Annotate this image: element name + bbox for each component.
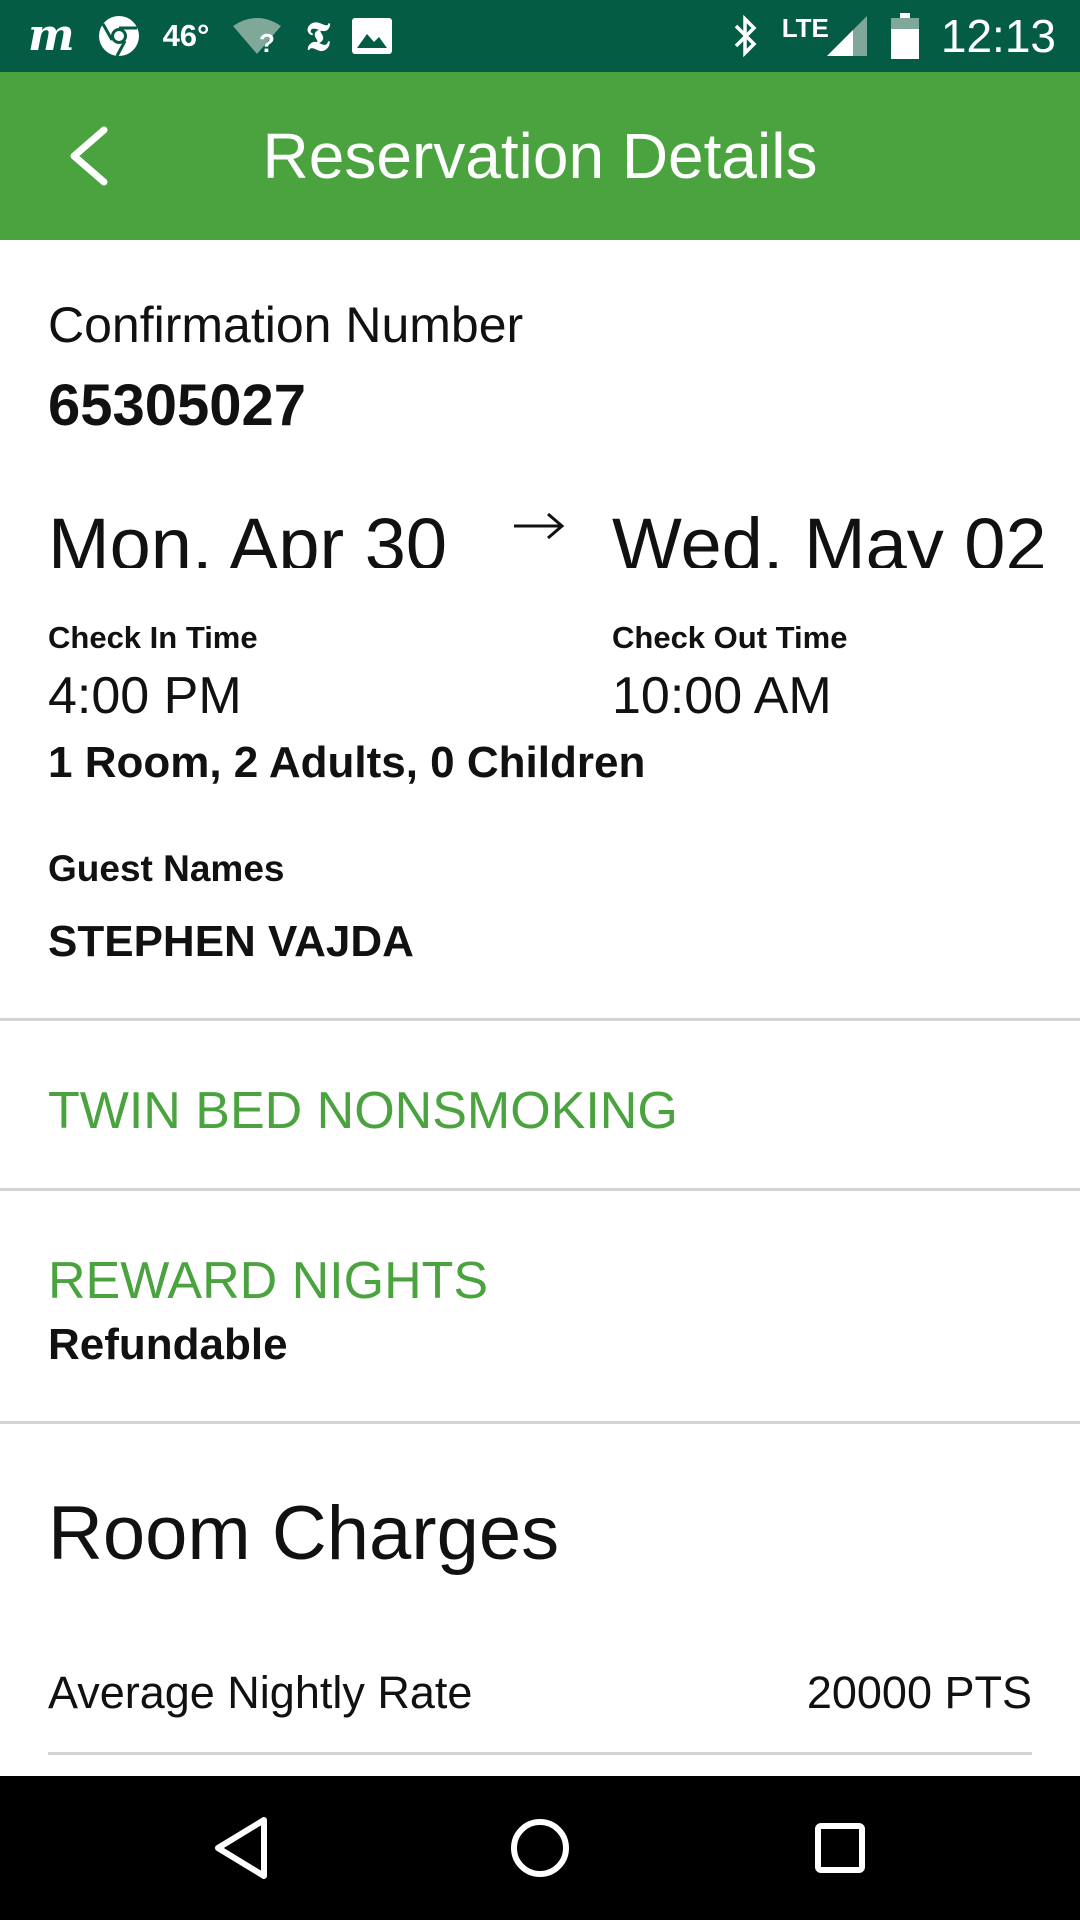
rate-policy: Refundable <box>48 1320 288 1369</box>
confirmation-number: 65305027 <box>48 373 307 438</box>
check-out-time: 10:00 AM <box>612 667 832 725</box>
recents-square-icon[interactable] <box>780 1776 900 1920</box>
lte-text: LTE <box>781 12 829 43</box>
arrow-right-icon <box>514 512 565 540</box>
battery-icon <box>890 13 919 59</box>
navigation-bar <box>0 1776 1080 1920</box>
room-charges-heading: Room Charges <box>48 1491 560 1576</box>
chrome-icon <box>98 16 139 57</box>
back-chevron-icon[interactable] <box>62 124 118 188</box>
check-out-date: Wed. May 02 <box>612 503 1047 568</box>
page-title: Reservation Details <box>262 120 818 192</box>
section-divider <box>0 1018 1080 1021</box>
clock-text: 12:13 <box>940 10 1056 62</box>
wifi-question-icon: ? <box>233 18 282 56</box>
occupancy-summary: 1 Room, 2 Adults, 0 Children <box>48 738 646 787</box>
motorola-m-icon: m <box>28 10 75 61</box>
status-bar-right: LTE 12:13 <box>732 0 1056 72</box>
status-bar: m 46° ? 𝕿 LTE 12:13 <box>0 0 1080 72</box>
rate-name[interactable]: REWARD NIGHTS <box>48 1251 488 1311</box>
signal-icon <box>826 16 867 56</box>
average-nightly-rate-label: Average Nightly Rate <box>48 1667 473 1718</box>
guest-names-label: Guest Names <box>48 848 285 889</box>
temperature-text: 46° <box>162 18 210 53</box>
section-divider <box>0 1188 1080 1191</box>
back-triangle-icon[interactable] <box>180 1776 300 1920</box>
check-in-date: Mon. Apr 30 <box>48 503 448 568</box>
nyt-icon: 𝕿 <box>305 12 331 60</box>
check-in-time: 4:00 PM <box>48 667 242 725</box>
image-icon <box>352 18 393 54</box>
bluetooth-icon <box>734 14 757 58</box>
check-in-time-label: Check In Time <box>48 620 258 655</box>
home-circle-icon[interactable] <box>480 1776 600 1920</box>
section-divider <box>0 1421 1080 1424</box>
room-type[interactable]: TWIN BED NONSMOKING <box>48 1081 678 1141</box>
row-divider <box>48 1752 1032 1755</box>
confirmation-label: Confirmation Number <box>48 297 524 353</box>
check-out-time-label: Check Out Time <box>612 620 848 655</box>
guest-name: STEPHEN VAJDA <box>48 917 414 966</box>
app-bar: Reservation Details <box>0 72 1080 240</box>
svg-text:?: ? <box>259 28 275 56</box>
average-nightly-rate-value: 20000 PTS <box>806 1667 1032 1718</box>
status-bar-left: m 46° ? 𝕿 <box>28 0 393 72</box>
